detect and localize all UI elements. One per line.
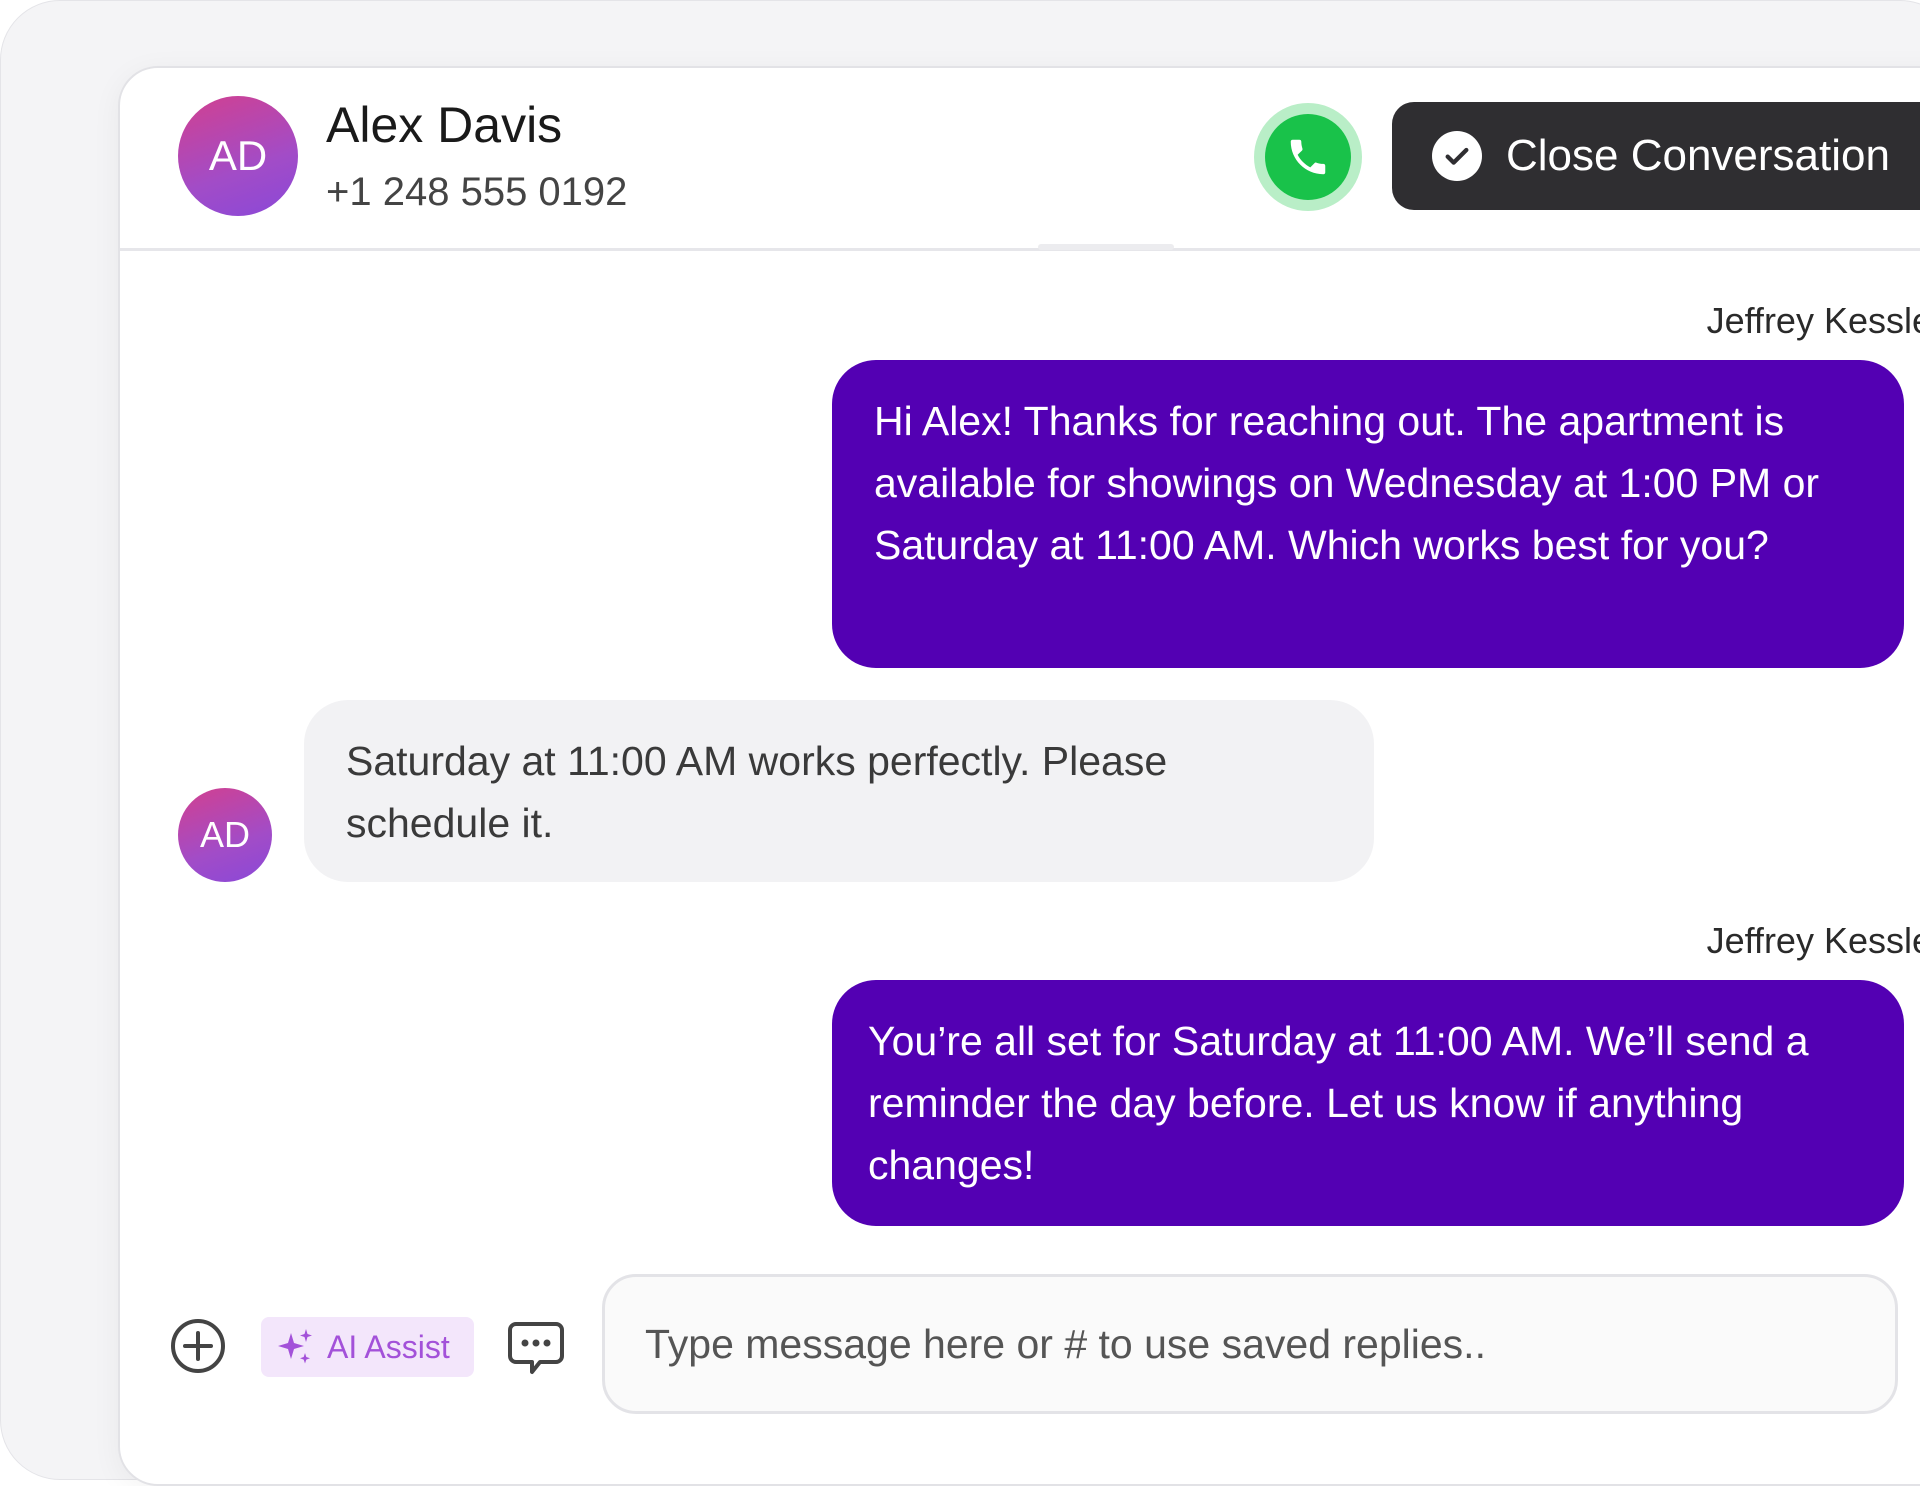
outgoing-message-bubble: Hi Alex! Thanks for reaching out. The ap… <box>832 360 1904 668</box>
plus-circle-icon[interactable] <box>170 1318 226 1374</box>
contact-phone: +1 248 555 0192 <box>326 170 628 214</box>
message-input[interactable] <box>602 1274 1898 1414</box>
chat-bubble-icon[interactable] <box>504 1316 568 1380</box>
conversation-window: AD Alex Davis +1 248 555 0192 Close Conv… <box>118 66 1920 1486</box>
call-button[interactable] <box>1254 103 1362 211</box>
message-sender: Jeffrey Kessler <box>1706 920 1920 961</box>
conversation-header: AD Alex Davis +1 248 555 0192 Close Conv… <box>120 68 1920 251</box>
message-text: Saturday at 11:00 AM works perfectly. Pl… <box>346 738 1168 846</box>
incoming-avatar-initials: AD <box>199 814 250 855</box>
check-circle-icon <box>1432 131 1482 181</box>
scroll-fade-mark <box>1038 244 1174 250</box>
close-conversation-label: Close Conversation <box>1506 131 1890 180</box>
contact-name: Alex Davis <box>326 97 563 153</box>
ai-assist-button[interactable]: AI Assist <box>261 1317 474 1377</box>
incoming-message-bubble: Saturday at 11:00 AM works perfectly. Pl… <box>304 700 1374 882</box>
phone-icon <box>1290 139 1326 175</box>
ai-assist-label: AI Assist <box>327 1328 450 1365</box>
call-button-inner <box>1265 114 1351 200</box>
contact-avatar: AD <box>178 96 298 216</box>
message-text: Hi Alex! Thanks for reaching out. The ap… <box>874 398 1820 568</box>
outgoing-message-bubble: You’re all set for Saturday at 11:00 AM.… <box>832 980 1904 1226</box>
contact-avatar-initials: AD <box>208 132 268 179</box>
message-sender: Jeffrey Kessler <box>1706 300 1920 341</box>
message-text: You’re all set for Saturday at 11:00 AM.… <box>868 1018 1809 1188</box>
sparkles-icon <box>278 1329 312 1364</box>
close-conversation-button[interactable]: Close Conversation <box>1392 102 1920 210</box>
incoming-avatar: AD <box>178 788 272 882</box>
